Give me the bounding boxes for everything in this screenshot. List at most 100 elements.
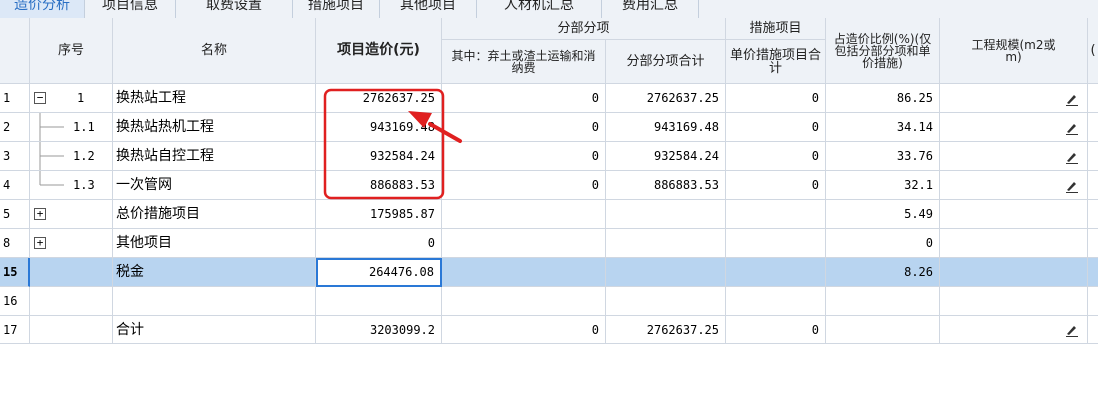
unit-measure-header: 单价措施项目合计 — [726, 40, 826, 84]
name-cell[interactable]: 总价措施项目 — [113, 200, 316, 229]
disposal-cell[interactable] — [442, 287, 606, 316]
disposal-cell[interactable]: 0 — [442, 171, 606, 200]
fenbu-total-cell[interactable]: 943169.48 — [606, 113, 726, 142]
tab-other-items[interactable]: 其他项目 — [380, 0, 477, 18]
disposal-cell[interactable] — [442, 229, 606, 258]
name-cell[interactable]: 一次管网 — [113, 171, 316, 200]
fenbu-total-cell[interactable] — [606, 200, 726, 229]
row-number: 3 — [0, 142, 30, 171]
total-disposal-cell[interactable]: 0 — [442, 316, 606, 344]
name-cell[interactable]: 换热站工程 — [113, 84, 316, 113]
unit-measure-cell[interactable]: 0 — [726, 142, 826, 171]
total-unit-measure-cell[interactable]: 0 — [726, 316, 826, 344]
cost-cell[interactable] — [316, 287, 442, 316]
seq-value: 1.2 — [73, 149, 95, 163]
name-header: 名称 — [113, 18, 316, 84]
ratio-cell[interactable]: 86.25 — [826, 84, 940, 113]
disposal-cell[interactable]: 0 — [442, 84, 606, 113]
seq-value: 1.1 — [73, 120, 95, 134]
disposal-cell[interactable] — [442, 200, 606, 229]
fenbu-total-cell[interactable]: 886883.53 — [606, 171, 726, 200]
seq-cell — [30, 258, 113, 287]
scale-cell[interactable] — [940, 200, 1088, 229]
fenbu-total-cell[interactable] — [606, 229, 726, 258]
scale-cell[interactable] — [940, 113, 1088, 142]
unit-measure-cell[interactable] — [726, 200, 826, 229]
name-cell[interactable]: 换热站热机工程 — [113, 113, 316, 142]
seq-cell: 1.2 — [30, 142, 113, 171]
fenbu-group-header: 分部分项 — [442, 18, 726, 40]
scale-cell[interactable] — [940, 171, 1088, 200]
total-fenbu-cell[interactable]: 2762637.25 — [606, 316, 726, 344]
total-name-cell[interactable]: 合计 — [113, 316, 316, 344]
disposal-cell[interactable]: 0 — [442, 113, 606, 142]
scale-cell[interactable] — [940, 229, 1088, 258]
cost-header: 项目造价(元) — [316, 18, 442, 84]
edit-pencil-icon[interactable] — [1064, 149, 1080, 165]
cost-cell[interactable]: 175985.87 — [316, 200, 442, 229]
name-cell[interactable] — [113, 287, 316, 316]
fenbu-total-header: 分部分项合计 — [606, 40, 726, 84]
fenbu-total-cell[interactable]: 2762637.25 — [606, 84, 726, 113]
total-cost-cell[interactable]: 3203099.2 — [316, 316, 442, 344]
tab-project-info[interactable]: 项目信息 — [85, 0, 176, 18]
scale-cell[interactable] — [940, 316, 1088, 344]
extra-cell — [1088, 171, 1098, 200]
edit-pencil-icon[interactable] — [1064, 322, 1080, 338]
row-number: 4 — [0, 171, 30, 200]
seq-value: 1 — [77, 91, 85, 105]
edit-pencil-icon[interactable] — [1064, 120, 1080, 136]
fenbu-total-cell[interactable]: 932584.24 — [606, 142, 726, 171]
tab-labor-material[interactable]: 人材机汇总 — [477, 0, 602, 18]
cost-cell[interactable]: 886883.53 — [316, 171, 442, 200]
tab-bar: 造价分析 项目信息 取费设置 措施项目 其他项目 人材机汇总 费用汇总 — [0, 0, 1098, 19]
tab-fee-settings[interactable]: 取费设置 — [176, 0, 293, 18]
unit-measure-cell[interactable]: 0 — [726, 84, 826, 113]
tab-fee-summary[interactable]: 费用汇总 — [602, 0, 699, 18]
ratio-cell[interactable]: 34.14 — [826, 113, 940, 142]
name-cell[interactable]: 税金 — [113, 258, 316, 287]
extra-cell — [1088, 84, 1098, 113]
cost-cell[interactable]: 0 — [316, 229, 442, 258]
tree-line-icon — [39, 171, 64, 186]
cost-cell-active[interactable]: 264476.08 — [316, 258, 442, 287]
fenbu-total-cell[interactable] — [606, 287, 726, 316]
expand-toggle[interactable]: + — [34, 208, 46, 220]
tab-cost-analysis[interactable]: 造价分析 — [0, 0, 85, 18]
expand-toggle[interactable]: + — [34, 237, 46, 249]
scale-cell[interactable] — [940, 287, 1088, 316]
seq-cell: 1.1 — [30, 113, 113, 142]
disposal-cell[interactable]: 0 — [442, 142, 606, 171]
ratio-cell[interactable]: 5.49 — [826, 200, 940, 229]
ratio-cell[interactable]: 33.76 — [826, 142, 940, 171]
name-cell[interactable]: 其他项目 — [113, 229, 316, 258]
edit-pencil-icon[interactable] — [1064, 91, 1080, 107]
unit-measure-cell[interactable]: 0 — [726, 171, 826, 200]
ratio-cell[interactable] — [826, 287, 940, 316]
extra-cell — [1088, 200, 1098, 229]
seq-cell: + — [30, 229, 113, 258]
disposal-cell[interactable] — [442, 258, 606, 287]
unit-measure-cell[interactable] — [726, 229, 826, 258]
fenbu-total-cell[interactable] — [606, 258, 726, 287]
tab-measures[interactable]: 措施项目 — [293, 0, 380, 18]
unit-measure-cell[interactable] — [726, 287, 826, 316]
cost-cell[interactable]: 932584.24 — [316, 142, 442, 171]
scale-cell[interactable] — [940, 258, 1088, 287]
scale-cell[interactable] — [940, 142, 1088, 171]
ratio-cell[interactable]: 32.1 — [826, 171, 940, 200]
edit-pencil-icon[interactable] — [1064, 178, 1080, 194]
cost-cell[interactable]: 2762637.25 — [316, 84, 442, 113]
ratio-cell[interactable]: 8.26 — [826, 258, 940, 287]
total-ratio-cell[interactable] — [826, 316, 940, 344]
unit-measure-cell[interactable] — [726, 258, 826, 287]
collapse-toggle[interactable]: − — [34, 92, 46, 104]
seq-value: 1.3 — [73, 178, 95, 192]
unit-measure-cell[interactable]: 0 — [726, 113, 826, 142]
row-number: 1 — [0, 84, 30, 113]
seq-cell — [30, 316, 113, 344]
name-cell[interactable]: 换热站自控工程 — [113, 142, 316, 171]
cost-cell[interactable]: 943169.48 — [316, 113, 442, 142]
scale-cell[interactable] — [940, 84, 1088, 113]
ratio-cell[interactable]: 0 — [826, 229, 940, 258]
